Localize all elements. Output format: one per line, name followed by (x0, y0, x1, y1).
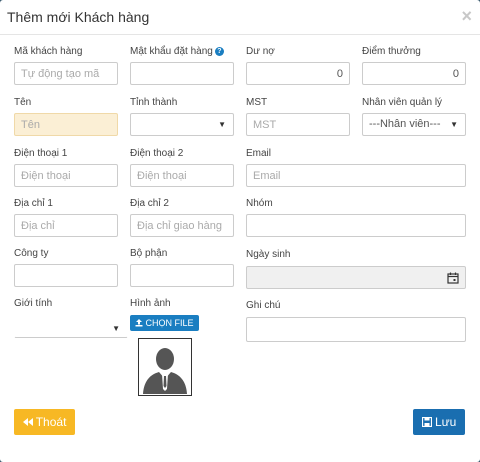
name-input[interactable] (14, 113, 118, 136)
group-input[interactable] (246, 214, 466, 237)
password-label: Mật khẩu đặt hàng? (130, 46, 224, 57)
dialog-title: Thêm mới Khách hàng (7, 9, 150, 25)
birthday-label: Ngày sinh (246, 249, 291, 260)
exit-button[interactable]: Thoát (14, 409, 75, 435)
caret-down-icon: ▼ (112, 324, 120, 333)
tax-label: MST (246, 97, 268, 108)
department-label: Bộ phận (130, 248, 168, 259)
staff-label: Nhân viên quản lý (362, 97, 443, 108)
debt-label: Dư nợ (246, 46, 275, 57)
address1-label: Địa chỉ 1 (14, 198, 53, 209)
backward-icon (22, 418, 33, 426)
upload-icon (135, 319, 143, 327)
code-input[interactable] (14, 62, 118, 85)
exit-label: Thoát (35, 415, 67, 429)
avatar-placeholder (138, 338, 192, 396)
phone2-input[interactable] (130, 164, 234, 187)
email-input[interactable] (246, 164, 466, 187)
gender-select[interactable]: ▼ (14, 315, 128, 338)
province-label: Tỉnh thành (130, 97, 178, 108)
save-button[interactable]: Lưu (413, 409, 465, 435)
company-input[interactable] (14, 264, 118, 287)
name-label: Tên (14, 97, 32, 108)
department-input[interactable] (130, 264, 234, 287)
close-icon[interactable]: × (461, 6, 472, 27)
points-label: Điểm thưởng (362, 46, 421, 57)
phone1-label: Điện thoại 1 (14, 148, 68, 159)
save-label: Lưu (434, 415, 457, 429)
password-input[interactable] (130, 62, 234, 85)
email-label: Email (246, 148, 272, 159)
company-label: Công ty (14, 248, 49, 259)
province-select[interactable]: ▼ (130, 113, 234, 136)
address2-input[interactable] (130, 214, 234, 237)
note-label: Ghi chú (246, 300, 281, 311)
gender-label: Giới tính (14, 298, 53, 309)
points-input[interactable] (362, 62, 466, 85)
dialog-header: Thêm mới Khách hàng × (0, 0, 480, 35)
group-label: Nhóm (246, 198, 273, 209)
note-textarea[interactable] (246, 317, 466, 342)
avatar-placeholder-icon (143, 348, 187, 394)
dialog: Thêm mới Khách hàng × Mã khách hàng Mật … (0, 0, 480, 462)
save-icon (421, 416, 432, 428)
debt-input[interactable] (246, 62, 350, 85)
caret-down-icon: ▼ (218, 120, 226, 129)
staff-select[interactable]: ---Nhân viên--- ▼ (362, 113, 466, 136)
phone1-input[interactable] (14, 164, 118, 187)
choose-file-button[interactable]: CHỌN FILE (130, 315, 199, 331)
image-label: Hình ảnh (130, 298, 171, 309)
caret-down-icon: ▼ (450, 120, 458, 129)
staff-value: ---Nhân viên--- (369, 118, 441, 130)
address1-input[interactable] (14, 214, 118, 237)
password-label-text: Mật khẩu đặt hàng (130, 46, 213, 57)
phone2-label: Điện thoại 2 (130, 148, 184, 159)
code-label: Mã khách hàng (14, 46, 83, 57)
help-icon[interactable]: ? (214, 47, 224, 56)
tax-input[interactable] (246, 113, 350, 136)
address2-label: Địa chỉ 2 (130, 198, 169, 209)
calendar-icon[interactable] (447, 272, 459, 284)
choose-file-label: CHỌN FILE (145, 318, 194, 328)
birthday-input[interactable] (246, 266, 466, 289)
